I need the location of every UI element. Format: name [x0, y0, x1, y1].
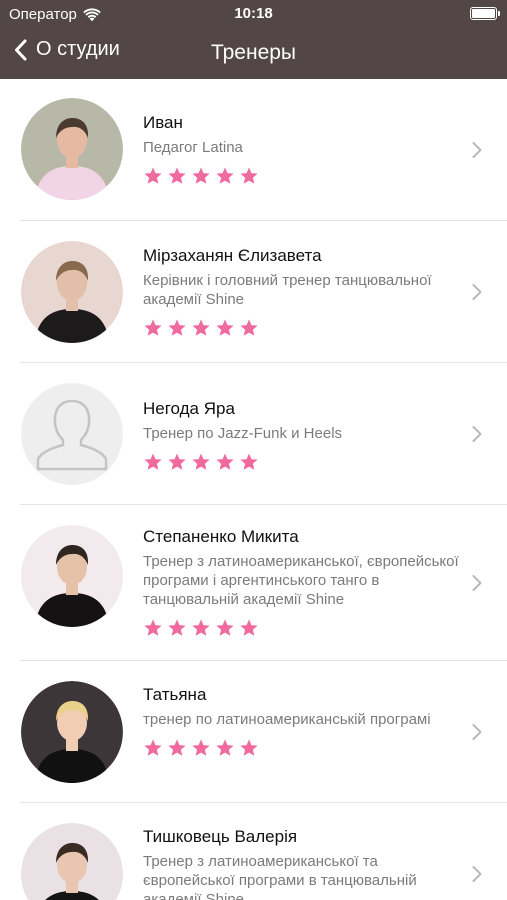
star-icon	[192, 319, 210, 336]
trainer-info: Мірзаханян Єлизавета Керівник і головний …	[143, 245, 467, 338]
star-icon	[144, 739, 162, 756]
star-icon	[168, 167, 186, 184]
trainer-info: Татьяна тренер по латиноамериканській про…	[143, 684, 467, 758]
avatar	[21, 98, 123, 200]
trainer-description: Тренер з латиноамериканської, європейськ…	[143, 553, 459, 608]
star-icon	[216, 619, 234, 636]
trainer-description: тренер по латиноамериканській програмі	[143, 711, 431, 728]
trainer-description: Керівник і головний тренер танцювальної …	[143, 272, 432, 308]
star-icon	[192, 453, 210, 470]
star-icon	[144, 619, 162, 636]
star-icon	[192, 739, 210, 756]
avatar	[21, 823, 123, 900]
trainer-name: Татьяна	[143, 685, 207, 704]
chevron-right-icon	[472, 284, 482, 300]
avatar	[21, 681, 123, 783]
rating-stars	[143, 738, 467, 758]
chevron-right-icon	[472, 426, 482, 442]
trainer-row[interactable]: Татьяна тренер по латиноамериканській про…	[0, 661, 507, 803]
star-icon	[144, 453, 162, 470]
star-icon	[216, 167, 234, 184]
page-title-text: Тренеры	[210, 41, 297, 64]
navigation-bar: О студии Тренеры	[0, 28, 507, 79]
trainer-info: Иван Педагог Latina	[143, 112, 467, 186]
trainer-name: Негода Яра	[143, 399, 235, 418]
avatar	[21, 241, 123, 343]
app-header: Оператор 10:18 О студии Тренеры	[0, 0, 507, 79]
chevron-right-icon	[472, 724, 482, 740]
trainer-row[interactable]: Иван Педагог Latina	[0, 79, 507, 221]
star-icon	[192, 167, 210, 184]
star-icon	[240, 167, 258, 184]
trainer-info: Степаненко Микита Тренер з латиноамерикан…	[143, 526, 467, 638]
trainer-info: Негода Яра Тренер по Jazz-Funk и Heels	[143, 398, 467, 472]
star-icon	[240, 453, 258, 470]
star-icon	[192, 619, 210, 636]
chevron-right-icon	[472, 142, 482, 158]
star-icon	[168, 619, 186, 636]
star-icon	[216, 319, 234, 336]
star-icon	[144, 167, 162, 184]
trainer-name: Мірзаханян Єлизавета	[143, 246, 322, 265]
trainer-row[interactable]: Негода Яра Тренер по Jazz-Funk и Heels	[0, 363, 507, 505]
trainer-row[interactable]: Тишковець Валерія Тренер з латиноамерикан…	[0, 803, 507, 900]
trainer-description: Тренер по Jazz-Funk и Heels	[143, 425, 343, 442]
status-time: 10:18	[234, 5, 273, 22]
star-icon	[168, 739, 186, 756]
trainer-info: Тишковець Валерія Тренер з латиноамерикан…	[143, 826, 467, 900]
star-icon	[216, 739, 234, 756]
chevron-right-icon	[472, 575, 482, 591]
star-icon	[168, 453, 186, 470]
rating-stars	[143, 618, 467, 638]
rating-stars	[143, 318, 467, 338]
star-icon	[240, 619, 258, 636]
rating-stars	[143, 452, 467, 472]
battery-icon	[470, 7, 500, 20]
trainer-row[interactable]: Степаненко Микита Тренер з латиноамерикан…	[0, 505, 507, 661]
trainer-description: Тренер з латиноамериканської та європейс…	[143, 853, 417, 900]
rating-stars	[143, 166, 467, 186]
star-icon	[168, 319, 186, 336]
avatar-placeholder	[21, 383, 123, 485]
trainer-row[interactable]: Мірзаханян Єлизавета Керівник і головний …	[0, 221, 507, 363]
trainer-name: Степаненко Микита	[143, 527, 299, 546]
trainer-name: Тишковець Валерія	[143, 827, 298, 846]
star-icon	[240, 739, 258, 756]
chevron-right-icon	[472, 866, 482, 882]
page-title: Тренеры	[0, 41, 507, 65]
avatar	[21, 525, 123, 627]
trainer-list[interactable]: Иван Педагог Latina Мірзаханян Єлизавета Ке…	[0, 79, 507, 900]
trainer-name: Иван	[143, 113, 183, 132]
star-icon	[216, 453, 234, 470]
status-bar: Оператор 10:18	[0, 0, 507, 28]
star-icon	[144, 319, 162, 336]
star-icon	[240, 319, 258, 336]
trainer-description: Педагог Latina	[143, 139, 243, 156]
